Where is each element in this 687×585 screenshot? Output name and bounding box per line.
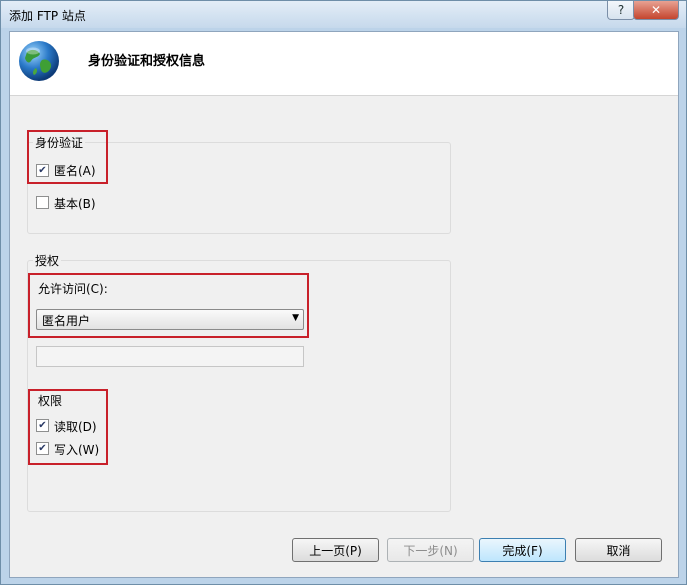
close-icon: ✕ — [650, 3, 662, 17]
authorization-group-label: 授权 — [33, 252, 62, 269]
finish-button[interactable]: 完成(F) — [479, 538, 566, 562]
highlight-box-authentication — [27, 130, 108, 184]
basic-checkbox[interactable] — [36, 196, 49, 209]
highlight-box-permissions — [28, 389, 108, 465]
title-bar[interactable]: 添加 FTP 站点 ? ✕ — [1, 1, 686, 28]
dialog-client-area: 身份验证和授权信息 身份验证 ✔ 匿名(A) 基本(B) 授权 允许访问(C):… — [9, 31, 679, 578]
globe-icon — [19, 41, 59, 81]
previous-button[interactable]: 上一页(P) — [292, 538, 379, 562]
highlight-box-allow-access — [28, 273, 309, 338]
dialog-window: 添加 FTP 站点 ? ✕ 身份验证和授权信息 身份验证 ✔ 匿名(A) 基本(… — [0, 0, 687, 585]
user-name-field[interactable] — [36, 346, 304, 367]
cancel-button[interactable]: 取消 — [575, 538, 662, 562]
help-icon: ? — [617, 3, 625, 17]
window-title: 添加 FTP 站点 — [9, 9, 86, 23]
basic-label[interactable]: 基本(B) — [54, 195, 96, 212]
wizard-header: 身份验证和授权信息 — [10, 32, 678, 96]
help-button[interactable]: ? — [607, 1, 635, 20]
close-button[interactable]: ✕ — [633, 1, 679, 20]
page-title: 身份验证和授权信息 — [88, 54, 206, 69]
next-button[interactable]: 下一步(N) — [387, 538, 474, 562]
